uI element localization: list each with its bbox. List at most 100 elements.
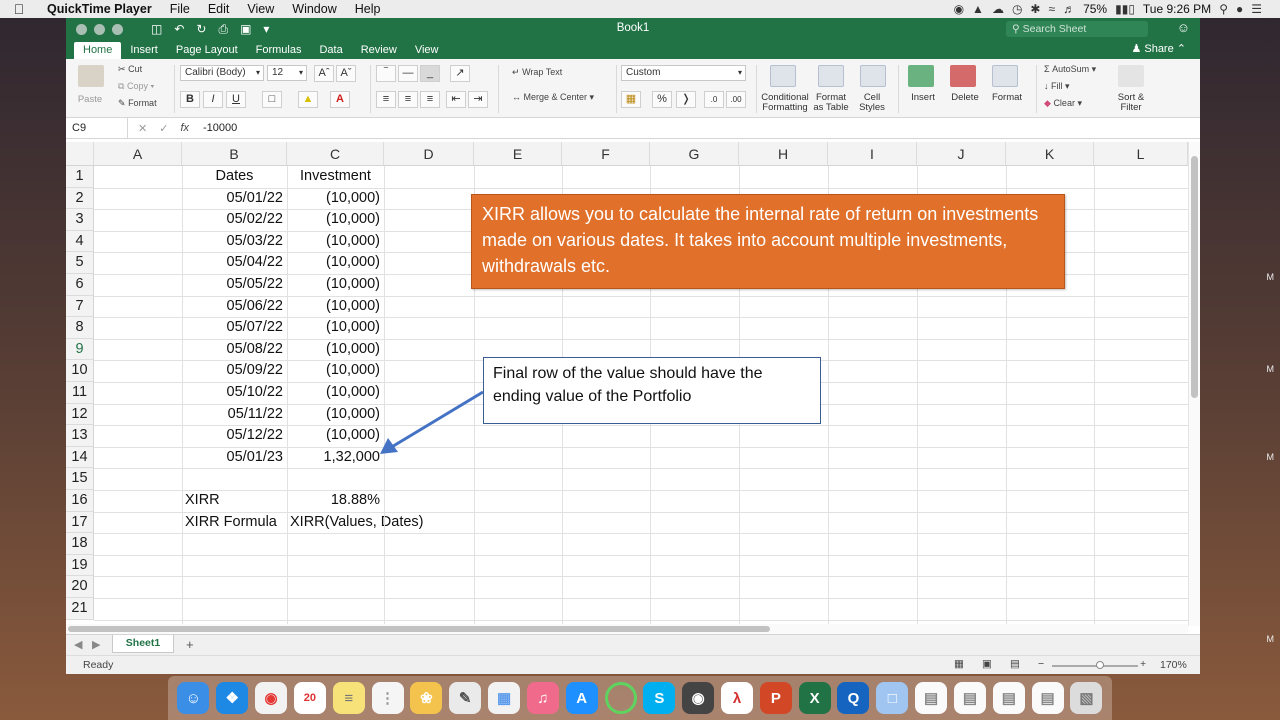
- notes-icon[interactable]: ≡: [332, 682, 365, 714]
- horizontal-scroll-thumb[interactable]: [68, 626, 770, 632]
- insert-cells-icon[interactable]: [908, 65, 934, 87]
- menu-window[interactable]: Window: [283, 2, 345, 16]
- apple-icon[interactable]: : [0, 1, 38, 17]
- cell-c4[interactable]: (10,000): [287, 231, 380, 253]
- cell-b10[interactable]: 05/09/22: [182, 360, 283, 382]
- xirr-explanation-textbox[interactable]: XIRR allows you to calculate the interna…: [471, 194, 1065, 289]
- fill-button[interactable]: ↓ Fill ▾: [1044, 81, 1070, 92]
- cancel-icon[interactable]: ✕: [138, 122, 147, 135]
- skype-icon[interactable]: S: [643, 682, 676, 714]
- number-format-select[interactable]: Custom ▾: [621, 65, 746, 81]
- cell-b9[interactable]: 05/08/22: [182, 339, 283, 361]
- cell-b2[interactable]: 05/01/22: [182, 188, 283, 210]
- copy-button[interactable]: ⧉ Copy ▾: [118, 81, 154, 92]
- tab-data[interactable]: Data: [310, 42, 351, 59]
- reminders-icon[interactable]: ⋮: [371, 682, 404, 714]
- conditional-formatting-label[interactable]: Conditional Formatting: [756, 93, 814, 113]
- bold-button[interactable]: B: [180, 91, 200, 108]
- cell-b3[interactable]: 05/02/22: [182, 209, 283, 231]
- align-middle-icon[interactable]: —: [398, 65, 418, 82]
- cell-b8[interactable]: 05/07/22: [182, 317, 283, 339]
- row-header-18[interactable]: 18: [66, 533, 94, 555]
- prev-sheet-icon[interactable]: ◀: [74, 638, 82, 651]
- cell-c5[interactable]: (10,000): [287, 252, 380, 274]
- photos-icon[interactable]: ❀: [410, 682, 443, 714]
- delete-cells-icon[interactable]: [950, 65, 976, 87]
- row-header-10[interactable]: 10: [66, 360, 94, 382]
- page-break-view-icon[interactable]: ▤: [1010, 658, 1020, 670]
- cell-c9[interactable]: (10,000): [287, 339, 380, 361]
- zoom-window-button[interactable]: [112, 23, 123, 35]
- tab-view[interactable]: View: [406, 42, 448, 59]
- redo-icon[interactable]: ↻: [196, 22, 206, 37]
- align-left-icon[interactable]: ≡: [376, 91, 396, 108]
- clear-button[interactable]: ◆ Clear ▾: [1044, 98, 1082, 109]
- row-header-4[interactable]: 4: [66, 230, 94, 253]
- cell-b12[interactable]: 05/11/22: [182, 404, 283, 426]
- orientation-icon[interactable]: ↗: [450, 65, 470, 82]
- tab-page-layout[interactable]: Page Layout: [167, 42, 247, 59]
- notification-center-icon[interactable]: ☰: [1251, 2, 1262, 16]
- row-header-16[interactable]: 16: [66, 490, 94, 512]
- decrease-indent-icon[interactable]: ⇤: [446, 91, 466, 108]
- column-header-k[interactable]: K: [1006, 142, 1094, 166]
- save-icon[interactable]: ▣: [240, 22, 251, 37]
- font-size-select[interactable]: 12 ▾: [267, 65, 307, 81]
- currency-icon[interactable]: ▦: [621, 91, 641, 108]
- row-header-13[interactable]: 13: [66, 425, 94, 447]
- volume-icon[interactable]: ♬: [1063, 2, 1075, 16]
- format-cells-label[interactable]: Format: [986, 93, 1028, 103]
- increase-font-icon[interactable]: Aˆ: [314, 65, 334, 82]
- next-sheet-icon[interactable]: ▶: [92, 638, 100, 651]
- cut-button[interactable]: ✂ Cut: [118, 64, 142, 75]
- font-color-icon[interactable]: A: [330, 91, 350, 108]
- horizontal-scrollbar[interactable]: [66, 624, 1188, 634]
- add-sheet-button[interactable]: +: [186, 637, 194, 652]
- cell-c1[interactable]: Investment: [287, 166, 384, 188]
- print-icon[interactable]: ⎙: [218, 22, 228, 37]
- row-header-8[interactable]: 8: [66, 317, 94, 339]
- align-center-icon[interactable]: ≡: [398, 91, 418, 108]
- insert-cells-label[interactable]: Insert: [902, 93, 944, 103]
- document-icon[interactable]: ▤: [953, 682, 986, 714]
- tab-home[interactable]: Home: [74, 42, 122, 59]
- tab-formulas[interactable]: Formulas: [247, 42, 311, 59]
- column-header-l[interactable]: L: [1094, 142, 1188, 166]
- zoom-out-icon[interactable]: −: [1038, 658, 1044, 670]
- cell-c16[interactable]: 18.88%: [287, 490, 380, 512]
- row-header-3[interactable]: 3: [66, 209, 94, 231]
- safari-icon[interactable]: ❖: [216, 682, 249, 714]
- share-button[interactable]: ♟ Share ⌃: [1131, 42, 1186, 55]
- column-header-j[interactable]: J: [917, 142, 1006, 166]
- paste-icon[interactable]: [78, 65, 104, 87]
- decrease-font-icon[interactable]: Aˇ: [336, 65, 356, 82]
- menu-view[interactable]: View: [238, 2, 283, 16]
- minimize-window-button[interactable]: [94, 23, 105, 35]
- tab-insert[interactable]: Insert: [121, 42, 167, 59]
- document-icon[interactable]: ▤: [1031, 682, 1064, 714]
- wrap-text-button[interactable]: ↵ Wrap Text: [512, 67, 562, 78]
- column-header-d[interactable]: D: [384, 142, 474, 166]
- fill-color-icon[interactable]: ▲: [298, 91, 318, 108]
- cell-c7[interactable]: (10,000): [287, 296, 380, 318]
- row-header-1[interactable]: 1: [66, 166, 94, 188]
- menu-help[interactable]: Help: [346, 2, 390, 16]
- align-bottom-icon[interactable]: _: [420, 65, 440, 82]
- facetime-ring-icon[interactable]: [604, 682, 637, 714]
- row-header-19[interactable]: 19: [66, 554, 94, 577]
- menu-edit[interactable]: Edit: [199, 2, 239, 16]
- merge-center-button[interactable]: ↔ Merge & Center ▾: [512, 92, 594, 103]
- app-menu[interactable]: QuickTime Player: [38, 2, 161, 16]
- final-row-callout-textbox[interactable]: Final row of the value should have the e…: [483, 357, 821, 424]
- cell-b5[interactable]: 05/04/22: [182, 252, 283, 274]
- quicktime-icon[interactable]: Q: [837, 682, 870, 714]
- select-all-corner[interactable]: [66, 142, 94, 166]
- enter-icon[interactable]: ✓: [159, 122, 168, 135]
- cell-c10[interactable]: (10,000): [287, 360, 380, 382]
- sort-filter-label[interactable]: Sort & Filter: [1112, 93, 1150, 113]
- row-header-12[interactable]: 12: [66, 403, 94, 426]
- row-header-6[interactable]: 6: [66, 274, 94, 296]
- bluetooth-icon[interactable]: ✱: [1030, 2, 1040, 16]
- increase-indent-icon[interactable]: ⇥: [468, 91, 488, 108]
- camera-icon[interactable]: ◉: [682, 682, 715, 714]
